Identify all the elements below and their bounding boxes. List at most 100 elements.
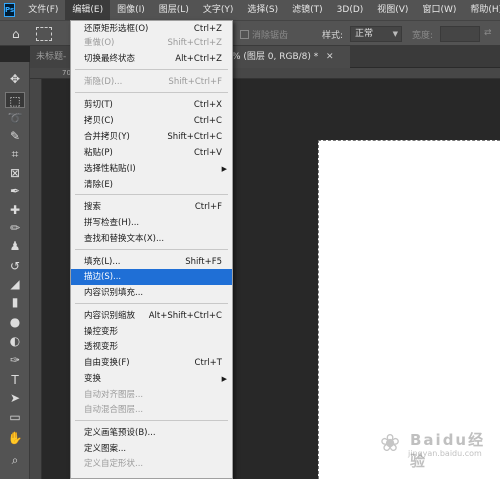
menu-item: 自动对齐图层... <box>71 387 232 403</box>
menu-item[interactable]: 粘贴(P) Ctrl+V <box>71 145 232 161</box>
move-tool-icon[interactable]: ✥ <box>5 71 25 87</box>
lasso-tool-icon[interactable]: ➰ <box>5 110 25 126</box>
menu-item-shortcut: Alt+Ctrl+Z <box>175 54 222 64</box>
menu-help[interactable]: 帮助(H) <box>463 0 500 20</box>
hand-tool-icon[interactable]: ✋ <box>5 430 25 446</box>
menu-item-label: 拼写检查(H)... <box>84 218 140 228</box>
menu-item-label: 清除(E) <box>84 180 114 190</box>
menu-type[interactable]: 文字(Y) <box>196 0 241 20</box>
menu-select[interactable]: 选择(S) <box>240 0 285 20</box>
menu-window[interactable]: 窗口(W) <box>415 0 463 20</box>
crop-tool-icon[interactable]: ⌗ <box>5 146 25 162</box>
marquee-preset-icon[interactable] <box>36 27 52 41</box>
menu-item-label: 变换 <box>84 374 102 384</box>
menu-item: 自动混合图层... <box>71 402 232 418</box>
tab-untitled[interactable]: 未标题- <box>30 46 70 68</box>
eraser-tool-icon[interactable]: ◢ <box>5 276 25 292</box>
menu-separator <box>75 194 228 195</box>
rectangle-tool-icon[interactable]: ▭ <box>5 409 25 425</box>
menu-item-label: 操控变形 <box>84 327 119 337</box>
menu-item: 渐隐(D)... Shift+Ctrl+F <box>71 74 232 90</box>
history-brush-icon[interactable]: ↺ <box>5 258 25 274</box>
menu-image[interactable]: 图像(I) <box>110 0 152 20</box>
menu-item-shortcut: Ctrl+V <box>193 148 222 158</box>
menu-item[interactable]: 描边(S)... <box>71 269 232 285</box>
menu-item[interactable]: 合并拷贝(Y) Shift+Ctrl+C <box>71 129 232 145</box>
menu-item-shortcut: Ctrl+F <box>194 202 222 212</box>
menu-item[interactable]: 搜索 Ctrl+F <box>71 199 232 215</box>
menu-bar: Ps 文件(F) 编辑(E) 图像(I) 图层(L) 文字(Y) 选择(S) 滤… <box>0 0 500 20</box>
pen-tool-icon[interactable]: ✑ <box>5 352 25 368</box>
vertical-ruler <box>30 79 42 479</box>
width-input[interactable] <box>440 26 480 42</box>
eyedropper-tool-icon[interactable]: ✒ <box>5 183 25 199</box>
menu-item-label: 合并拷贝(Y) <box>84 132 130 142</box>
menu-item[interactable]: 清除(E) <box>71 177 232 193</box>
quick-select-tool-icon[interactable]: ✎ <box>5 128 25 144</box>
zoom-tool-icon[interactable]: ⌕ <box>5 452 25 468</box>
type-tool-icon[interactable]: T <box>5 372 25 388</box>
menu-item[interactable]: 切换最终状态 Alt+Ctrl+Z <box>71 51 232 67</box>
menu-separator <box>75 92 228 93</box>
swap-icon[interactable]: ⇄ <box>484 28 492 38</box>
menu-item[interactable]: 内容识别缩放 Alt+Shift+Ctrl+C <box>71 308 232 324</box>
menu-file[interactable]: 文件(F) <box>21 0 65 20</box>
menu-item-label: 内容识别缩放 <box>84 311 136 321</box>
menu-item-label: 内容识别填充... <box>84 288 144 298</box>
menu-item[interactable]: 内容识别填充... <box>71 285 232 301</box>
menu-item: 定义自定形状... <box>71 456 232 472</box>
watermark: ❀ Baidu经验 jingyan.baidu.com <box>380 425 495 475</box>
menu-item[interactable]: 定义画笔预设(B)... <box>71 425 232 441</box>
menu-item: 重做(O) Shift+Ctrl+Z <box>71 35 232 51</box>
menu-item-shortcut: Ctrl+C <box>193 116 222 126</box>
home-icon[interactable]: ⌂ <box>12 27 26 41</box>
menu-item-label: 剪切(T) <box>84 100 113 110</box>
blur-tool-icon[interactable]: ● <box>5 314 25 330</box>
width-label: 宽度: <box>412 31 434 41</box>
submenu-arrow-icon: ▶ <box>221 165 227 173</box>
style-select[interactable]: 正常 ▼ <box>350 26 402 42</box>
photoshop-logo: Ps <box>4 3 16 17</box>
menu-item[interactable]: 填充(L)... Shift+F5 <box>71 254 232 270</box>
menu-item[interactable]: 拷贝(C) Ctrl+C <box>71 113 232 129</box>
stamp-tool-icon[interactable]: ♟ <box>5 238 25 254</box>
menu-item-shortcut: Shift+Ctrl+C <box>167 132 222 142</box>
dodge-tool-icon[interactable]: ◐ <box>5 333 25 349</box>
menu-edit[interactable]: 编辑(E) <box>65 0 111 20</box>
menu-view[interactable]: 视图(V) <box>370 0 415 20</box>
menu-item[interactable]: 透视变形 <box>71 339 232 355</box>
menu-layer[interactable]: 图层(L) <box>152 0 196 20</box>
menu-item-label: 自由变换(F) <box>84 358 130 368</box>
menu-item-label: 描边(S)... <box>84 272 122 282</box>
menu-item[interactable]: 变换 ▶ <box>71 371 232 387</box>
menu-item[interactable]: 查找和替换文本(X)... <box>71 231 232 247</box>
menu-item-label: 查找和替换文本(X)... <box>84 234 165 244</box>
path-select-tool-icon[interactable]: ➤ <box>5 390 25 406</box>
menu-item-shortcut: Ctrl+T <box>194 358 222 368</box>
healing-tool-icon[interactable]: ✚ <box>5 202 25 218</box>
menu-item-label: 切换最终状态 <box>84 54 136 64</box>
menu-item[interactable]: 自由变换(F) Ctrl+T <box>71 355 232 371</box>
menu-separator <box>75 303 228 304</box>
menu-3d[interactable]: 3D(D) <box>330 0 371 20</box>
submenu-arrow-icon: ▶ <box>221 375 227 383</box>
menu-item[interactable]: 剪切(T) Ctrl+X <box>71 97 232 113</box>
antialias-checkbox[interactable] <box>240 30 249 39</box>
menu-item[interactable]: 拼写检查(H)... <box>71 215 232 231</box>
menu-item[interactable]: 定义图案... <box>71 441 232 457</box>
menu-item[interactable]: 操控变形 <box>71 324 232 340</box>
antialias-label: 消除锯齿 <box>252 31 289 41</box>
menu-filter[interactable]: 滤镜(T) <box>285 0 330 20</box>
marquee-tool-icon[interactable]: ⬚ <box>5 92 25 108</box>
frame-tool-icon[interactable]: ⊠ <box>5 165 25 181</box>
menu-separator <box>75 420 228 421</box>
gradient-tool-icon[interactable]: ▮ <box>5 294 25 310</box>
menu-item-label: 自动混合图层... <box>84 405 144 415</box>
close-icon[interactable]: ✕ <box>326 46 334 68</box>
watermark-url: jingyan.baidu.com <box>408 449 482 458</box>
menu-item[interactable]: 选择性粘贴(I) ▶ <box>71 161 232 177</box>
brush-tool-icon[interactable]: ✏ <box>5 220 25 236</box>
menu-item-label: 定义图案... <box>84 444 127 454</box>
menu-item-label: 定义自定形状... <box>84 459 144 469</box>
menu-item-shortcut: Ctrl+X <box>193 100 222 110</box>
